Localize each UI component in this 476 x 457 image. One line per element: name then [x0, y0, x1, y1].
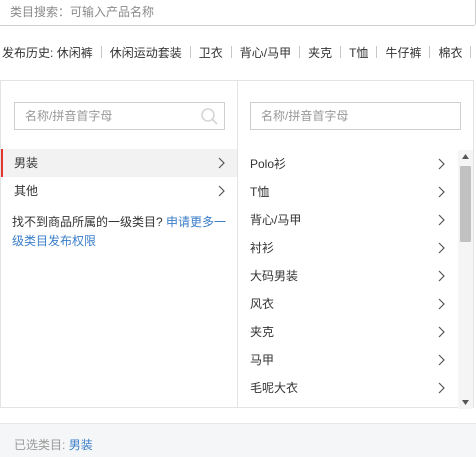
history-item[interactable]: 棉衣	[438, 44, 462, 62]
chevron-right-icon	[218, 157, 225, 169]
level2-category-list: Polo衫 T恤 背心/马甲 衬衫 大码男装 风衣 夹克 马甲 毛呢大衣	[238, 150, 455, 402]
category-item-label: 马甲	[250, 353, 275, 367]
category-item[interactable]: 毛呢大衣	[238, 374, 455, 402]
level2-category-column: Polo衫 T恤 背心/马甲 衬衫 大码男装 风衣 夹克 马甲 毛呢大衣	[238, 81, 473, 409]
chevron-right-icon	[438, 298, 445, 310]
scrollbar-thumb[interactable]	[460, 166, 471, 242]
category-item[interactable]: Polo衫	[238, 150, 455, 178]
chevron-right-icon	[438, 382, 445, 394]
category-search-input[interactable]	[10, 5, 475, 19]
category-item-label: 毛呢大衣	[250, 381, 299, 395]
category-item[interactable]: 大码男装	[238, 262, 455, 290]
chevron-right-icon	[438, 326, 445, 338]
chevron-right-icon	[218, 185, 225, 197]
search-icon[interactable]	[200, 107, 218, 125]
category-item-label: 其他	[14, 184, 39, 198]
category-item-label: 衬衫	[250, 241, 275, 255]
category-item[interactable]: 马甲	[238, 346, 455, 374]
selected-category-label: 已选类目:	[14, 438, 66, 452]
category-item[interactable]: 衬衫	[238, 234, 455, 262]
category-item-label: T恤	[250, 185, 270, 199]
history-separator	[299, 46, 301, 58]
history-item[interactable]: 卫衣	[199, 44, 223, 62]
history-separator	[189, 46, 191, 58]
history-label: 发布历史:	[2, 46, 54, 60]
history-item[interactable]: T恤	[349, 44, 368, 62]
level2-search-box[interactable]	[250, 102, 461, 130]
history-separator	[340, 46, 342, 58]
selected-category-value: 男装	[68, 438, 93, 452]
category-item-label: 风衣	[250, 297, 275, 311]
level1-category-column: 男装 其他 找不到商品所属的一级类目? 申请更多一级类目发布权限	[1, 81, 238, 407]
history-separator	[376, 46, 378, 58]
category-item-label: 男装	[14, 156, 39, 170]
category-item-label: Polo衫	[250, 157, 287, 171]
history-item[interactable]: 夹克	[308, 44, 332, 62]
chevron-right-icon	[438, 158, 445, 170]
chevron-right-icon	[438, 242, 445, 254]
scroll-up-arrow-icon[interactable]	[462, 154, 469, 159]
category-item-label: 夹克	[250, 325, 275, 339]
history-separator	[100, 46, 102, 58]
list-scrollbar[interactable]	[458, 150, 473, 409]
history-separator	[429, 46, 431, 58]
category-item-label: 背心/马甲	[250, 213, 302, 227]
chevron-right-icon	[438, 186, 445, 198]
selected-category-bar: 已选类目: 男装	[0, 423, 476, 457]
category-item-menswear[interactable]: 男装	[1, 149, 237, 177]
publish-history: 发布历史: 休闲裤休闲运动套装卫衣背心/马甲夹克T恤牛仔裤棉衣莫	[0, 44, 476, 62]
level1-search-input[interactable]	[25, 108, 185, 124]
category-item[interactable]: T恤	[238, 178, 455, 206]
category-item[interactable]: 背心/马甲	[238, 206, 455, 234]
category-search-box[interactable]	[0, 0, 476, 26]
level2-search-input[interactable]	[261, 108, 421, 124]
category-item[interactable]: 风衣	[238, 290, 455, 318]
category-item-label: 大码男装	[250, 269, 299, 283]
notice-text: 找不到商品所属的一级类目?	[12, 215, 163, 229]
history-item[interactable]: 休闲裤	[57, 44, 93, 62]
category-item-other[interactable]: 其他	[1, 177, 237, 205]
history-separator	[230, 46, 232, 58]
category-selector-panel: 男装 其他 找不到商品所属的一级类目? 申请更多一级类目发布权限 Polo衫 T…	[0, 80, 474, 409]
history-item[interactable]: 牛仔裤	[385, 44, 421, 62]
level1-search-box[interactable]	[14, 102, 225, 130]
chevron-right-icon	[438, 214, 445, 226]
scroll-down-arrow-icon[interactable]	[462, 400, 469, 405]
missing-category-notice: 找不到商品所属的一级类目? 申请更多一级类目发布权限	[12, 213, 230, 251]
chevron-right-icon	[438, 270, 445, 282]
history-item[interactable]: 背心/马甲	[240, 44, 291, 62]
level1-category-list: 男装 其他	[1, 149, 237, 205]
category-item[interactable]: 夹克	[238, 318, 455, 346]
history-item[interactable]: 休闲运动套装	[110, 44, 182, 62]
chevron-right-icon	[438, 354, 445, 366]
history-separator	[470, 46, 472, 58]
